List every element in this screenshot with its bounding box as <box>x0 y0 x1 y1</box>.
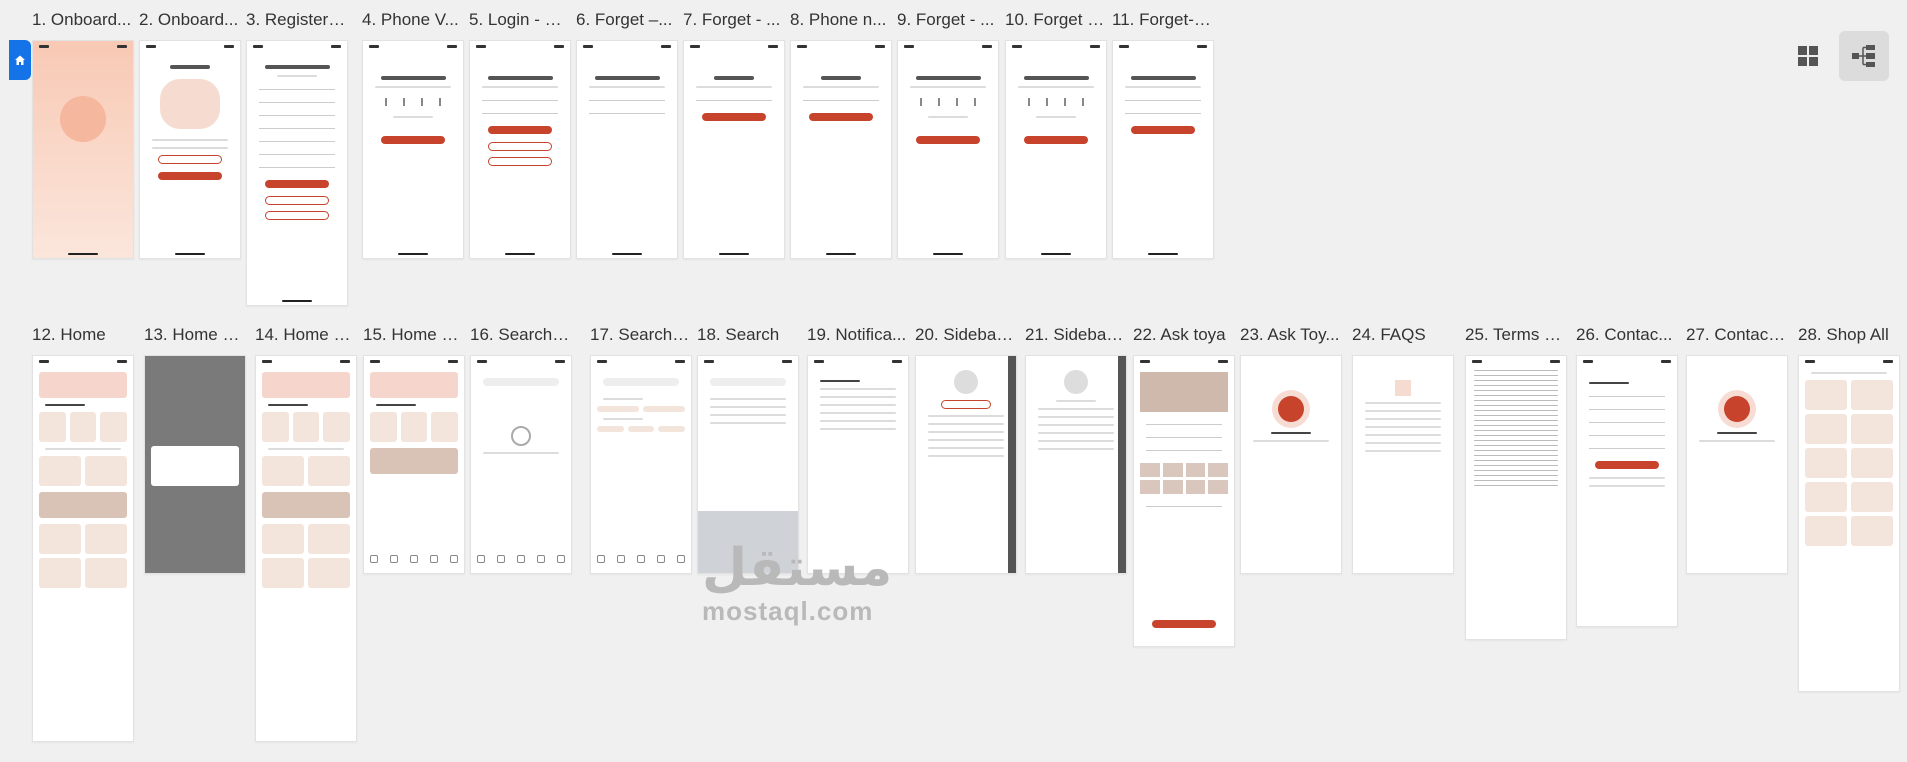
screen-phone-number[interactable] <box>790 40 892 259</box>
screen-forget-3[interactable] <box>897 40 999 259</box>
screen-label: 6. Forget –... <box>576 10 673 29</box>
screen-phone-verify[interactable] <box>362 40 464 259</box>
screen-label: 7. Forget - ... <box>683 10 781 29</box>
screen-contact-success[interactable] <box>1686 355 1788 574</box>
screen-label: 26. Contac... <box>1576 325 1673 344</box>
screen-label: 28. Shop All <box>1798 325 1889 344</box>
flow-view-button[interactable] <box>1839 31 1889 81</box>
screen-home-3[interactable] <box>363 355 465 574</box>
screen-login[interactable] <box>469 40 571 259</box>
screen-terms[interactable] <box>1465 355 1567 640</box>
screen-label: 2. Onboard... <box>139 10 239 29</box>
screen-label: 25. Terms a... <box>1465 325 1565 344</box>
screen-onboarding-1[interactable] <box>32 40 134 259</box>
screen-label: 11. Forget- ... <box>1112 10 1212 29</box>
screen-forget-4[interactable] <box>1005 40 1107 259</box>
screen-label: 12. Home <box>32 325 106 344</box>
screen-label: 22. Ask toya <box>1133 325 1226 344</box>
screen-label: 4. Phone V... <box>362 10 459 29</box>
screen-label: 8. Phone n... <box>790 10 887 29</box>
screen-label: 24. FAQS <box>1352 325 1426 344</box>
screen-contact[interactable] <box>1576 355 1678 627</box>
screen-label: 14. Home - ... <box>255 325 355 344</box>
home-icon <box>15 55 25 65</box>
screen-home-modal[interactable] <box>144 355 246 574</box>
screen-onboarding-2[interactable] <box>139 40 241 259</box>
screen-sidebar-1[interactable] <box>915 355 1017 574</box>
screen-label: 9. Forget - ... <box>897 10 995 29</box>
screen-label: 17. Search ... <box>590 325 690 344</box>
home-tab[interactable] <box>9 40 31 80</box>
watermark: مستقل mostaql.com <box>702 538 893 627</box>
screen-label: 1. Onboard... <box>32 10 132 29</box>
screen-label: 27. Contact... <box>1686 325 1786 344</box>
screen-search-recent[interactable] <box>590 355 692 574</box>
screen-ask-toya-success[interactable] <box>1240 355 1342 574</box>
screen-label: 23. Ask Toy... <box>1240 325 1340 344</box>
screen-forget-1[interactable] <box>576 40 678 259</box>
screen-register[interactable] <box>246 40 348 306</box>
screen-forget-5[interactable] <box>1112 40 1214 259</box>
screen-label: 19. Notifica... <box>807 325 907 344</box>
watermark-arabic: مستقل <box>702 538 893 598</box>
screen-home[interactable] <box>32 355 134 742</box>
screen-label: 13. Home –... <box>144 325 244 344</box>
screen-search-empty[interactable] <box>470 355 572 574</box>
screen-label: 5. Login - E... <box>469 10 569 29</box>
screen-home-2[interactable] <box>255 355 357 742</box>
screen-ask-toya[interactable] <box>1133 355 1235 647</box>
screen-label: 18. Search <box>697 325 780 344</box>
screen-label: 15. Home - ... <box>363 325 463 344</box>
screen-shop-all[interactable] <box>1798 355 1900 692</box>
screen-forget-2[interactable] <box>683 40 785 259</box>
watermark-latin: mostaql.com <box>702 596 874 626</box>
screen-sidebar-2[interactable] <box>1025 355 1127 574</box>
screen-label: 10. Forget -... <box>1005 10 1105 29</box>
screen-faqs[interactable] <box>1352 355 1454 574</box>
grid-view-icon <box>1798 46 1818 66</box>
screen-label: 16. Search ... <box>470 325 570 344</box>
flow-view-icon <box>1852 45 1875 67</box>
grid-view-button[interactable] <box>1783 31 1833 81</box>
screen-label: 3. Register ... <box>246 10 346 29</box>
screen-label: 20. Sidebar... <box>915 325 1015 344</box>
view-toggle-group <box>1783 31 1889 81</box>
screen-label: 21. Sidebar ... <box>1025 325 1125 344</box>
